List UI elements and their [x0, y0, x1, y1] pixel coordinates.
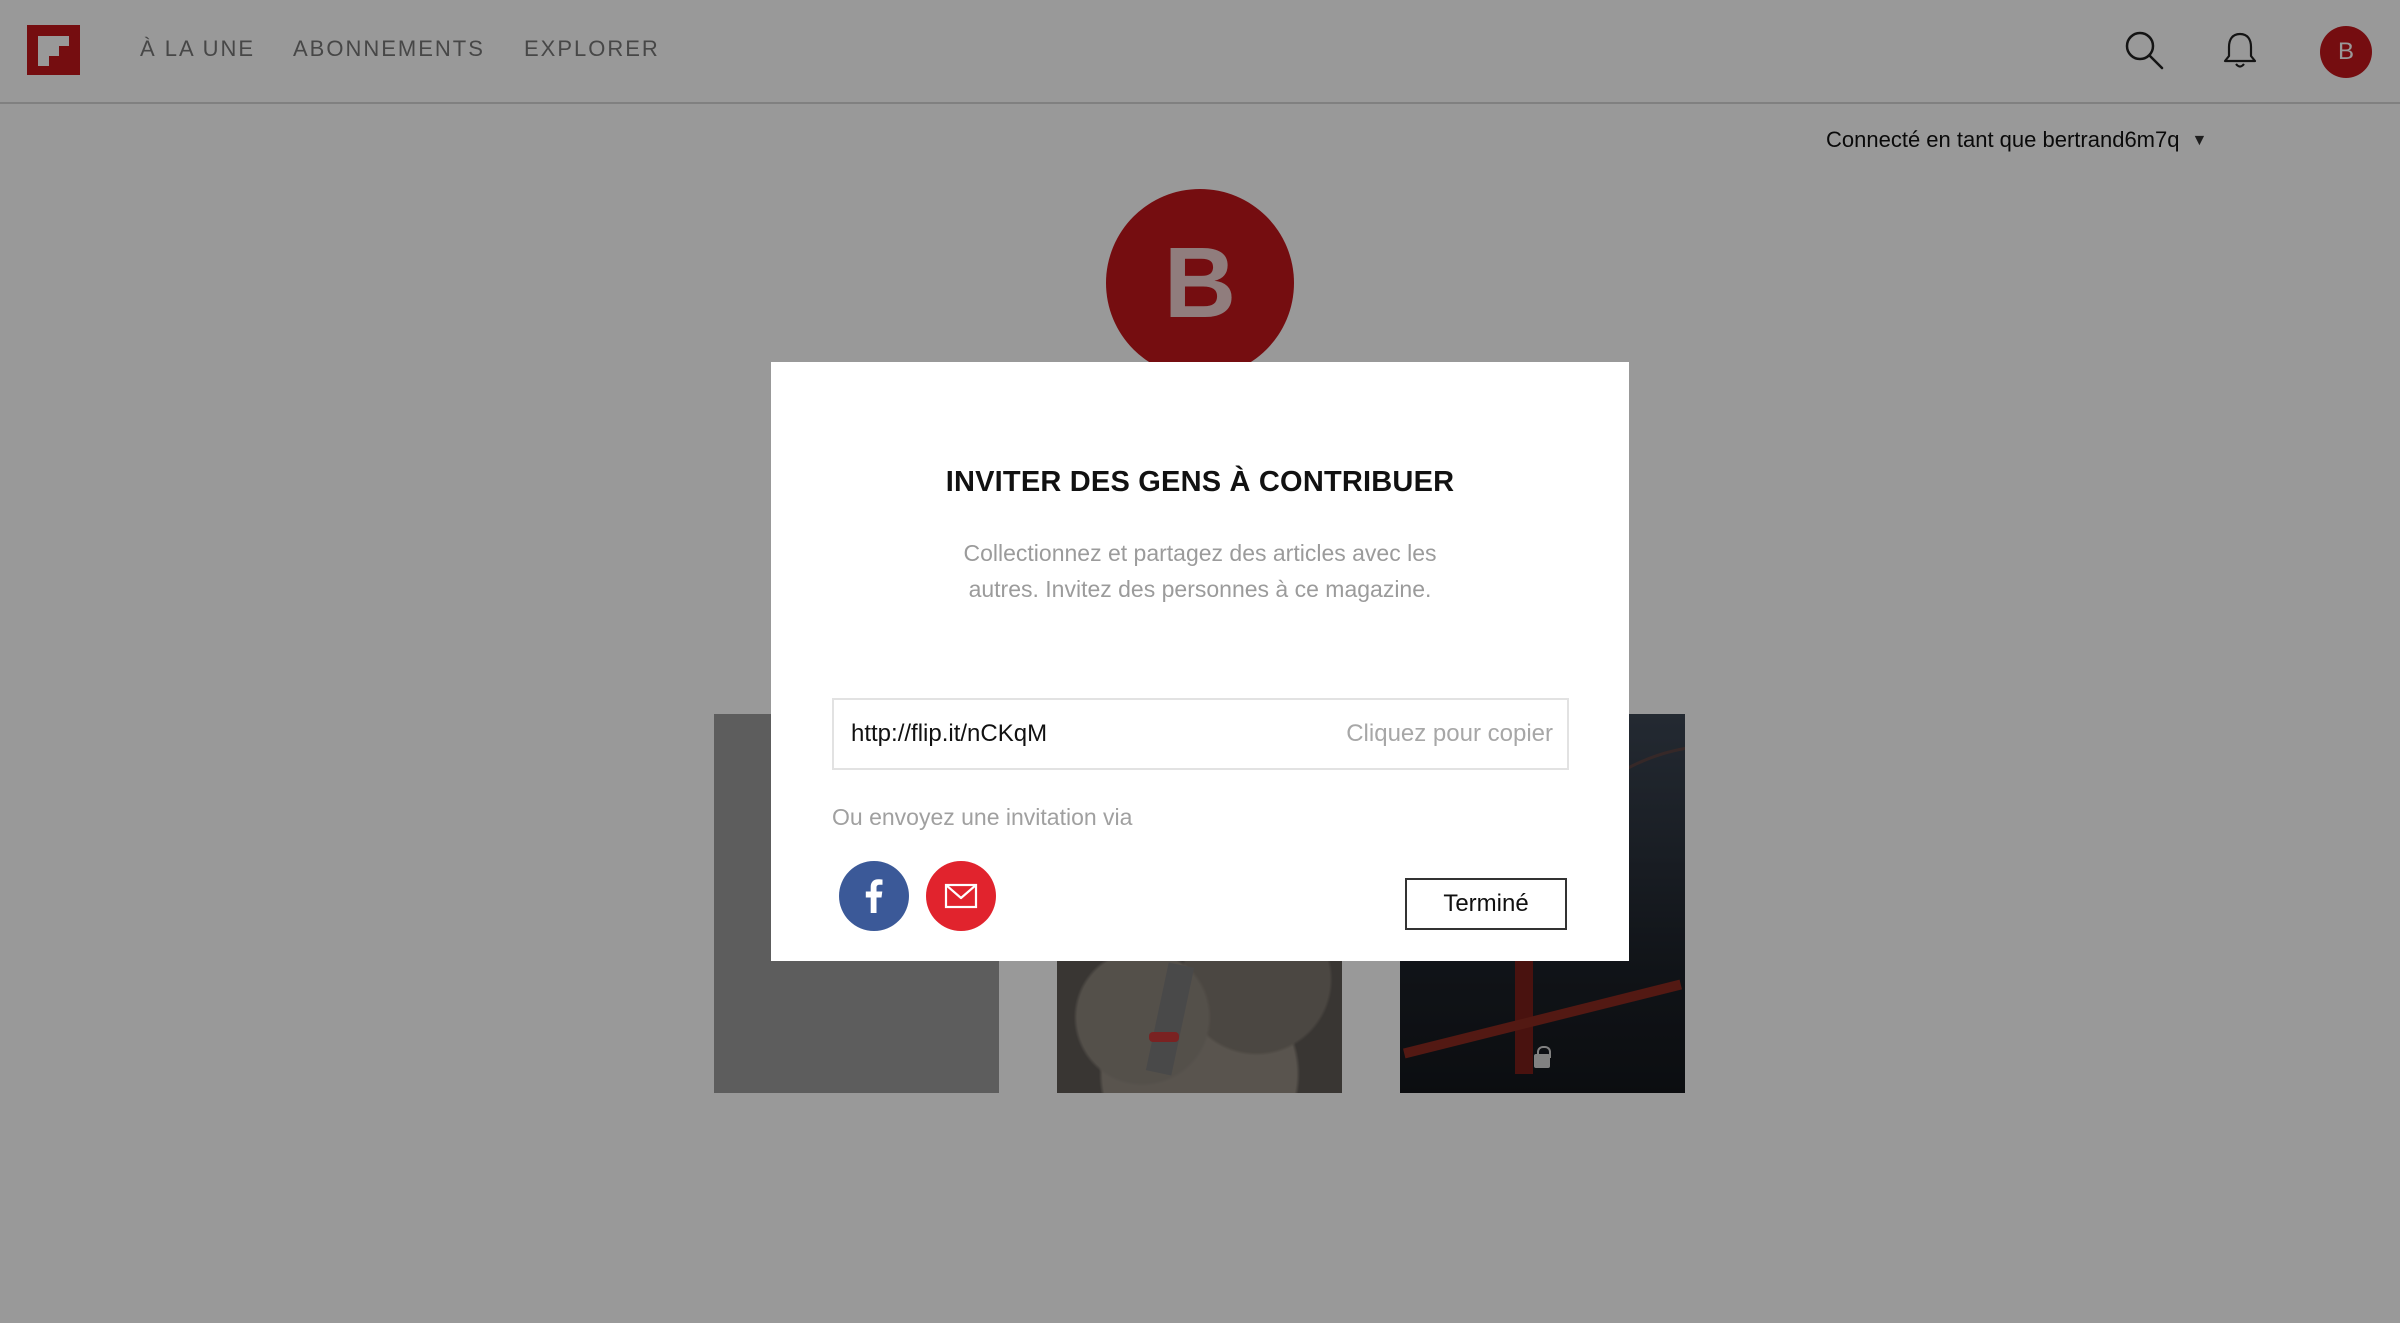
facebook-icon: [865, 879, 883, 913]
dialog-description: Collectionnez et partagez des articles a…: [963, 540, 1437, 602]
email-share-button[interactable]: [926, 861, 996, 931]
share-via-label: Ou envoyez une invitation via: [832, 804, 1133, 830]
dialog-title: INVITER DES GENS À CONTRIBUER: [945, 466, 1455, 498]
done-button[interactable]: Terminé: [1405, 878, 1567, 930]
copy-link-hint[interactable]: Cliquez pour copier: [1346, 720, 1553, 748]
mail-icon: [944, 883, 978, 909]
invite-link-field[interactable]: http://flip.it/nCKqM Cliquez pour copier: [832, 698, 1569, 770]
facebook-share-button[interactable]: [839, 861, 909, 931]
invite-contributors-dialog: INVITER DES GENS À CONTRIBUER Collection…: [771, 362, 1629, 961]
invite-link-url[interactable]: http://flip.it/nCKqM: [851, 720, 1047, 748]
